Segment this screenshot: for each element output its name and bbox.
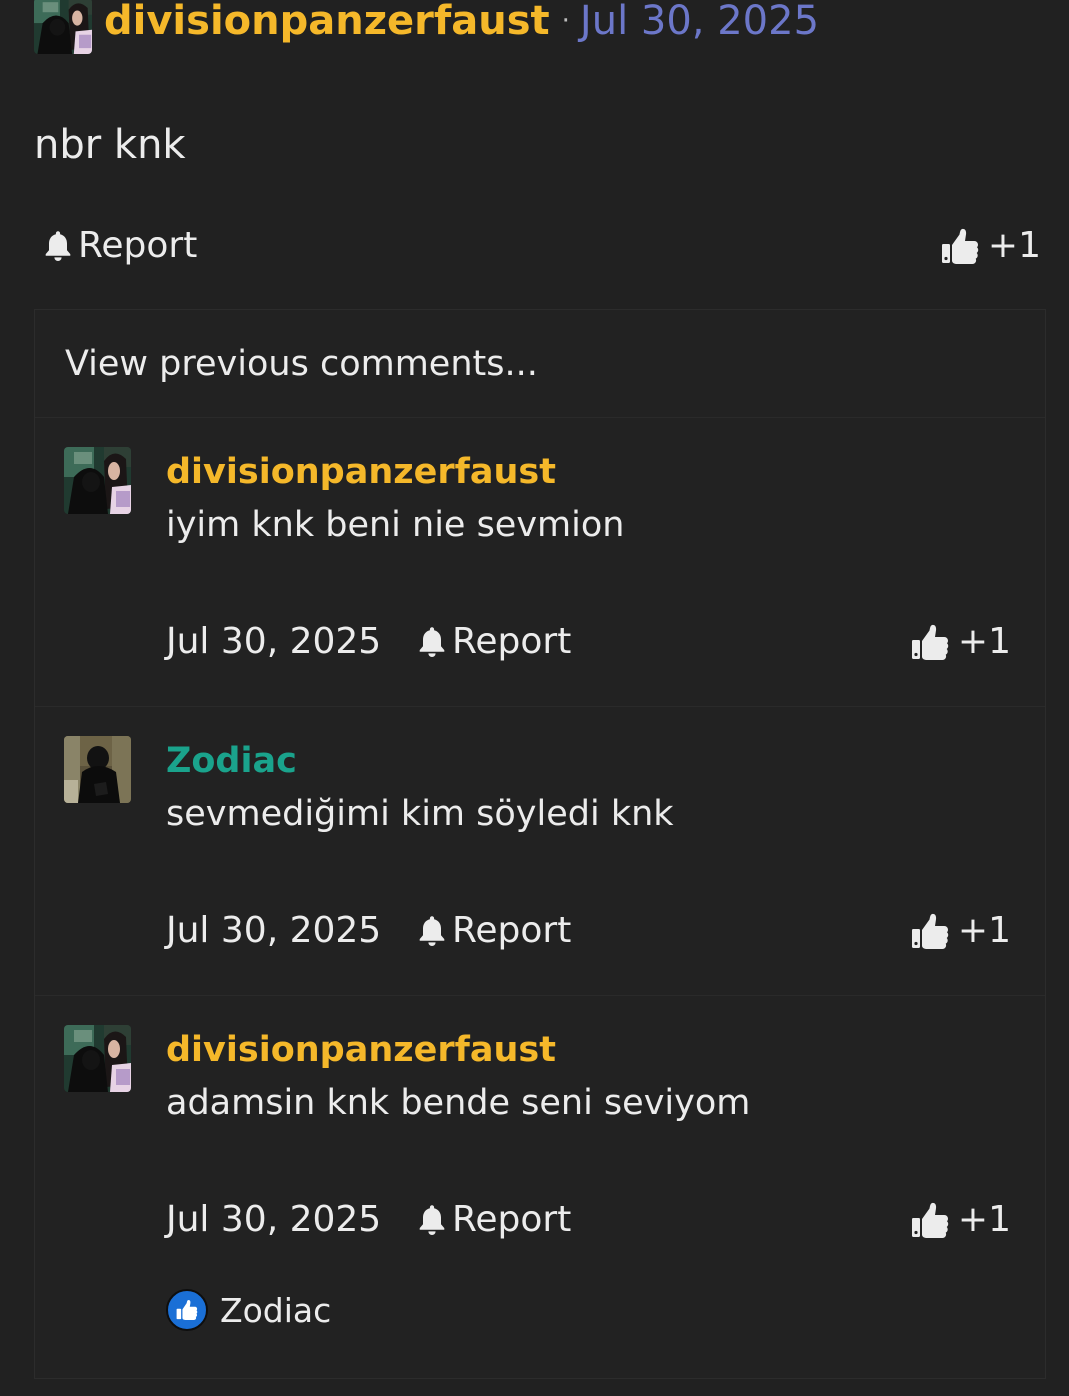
comment: divisionpanzerfaust adamsin knk bende se… [35, 996, 1045, 1396]
comment-upvote-button[interactable]: +1 [910, 1200, 1011, 1240]
post-report-button[interactable]: Report [40, 228, 197, 264]
bell-icon [40, 228, 76, 264]
comment: Zodiac sevmediğimi kim söyledi knk Jul 3… [35, 707, 1045, 996]
vote-count: +1 [987, 225, 1041, 266]
report-label: Report [78, 225, 198, 266]
comment-actions: Jul 30, 2025 Report +1 [166, 907, 1011, 955]
post-author-avatar[interactable] [34, 0, 92, 54]
bell-icon [414, 1202, 450, 1238]
comment-text: sevmediğimi kim söyledi knk [166, 794, 674, 834]
reaction-user-name[interactable]: Zodiac [220, 1294, 331, 1327]
post-upvote-button[interactable]: +1 [940, 226, 1041, 266]
report-label: Report [452, 1199, 572, 1240]
comment-author-avatar[interactable] [64, 447, 131, 514]
comment-date[interactable]: Jul 30, 2025 [166, 1202, 414, 1238]
post-header: divisionpanzerfaust · Jul 30, 2025 [34, 0, 819, 56]
bell-icon [414, 624, 450, 660]
comment: divisionpanzerfaust iyim knk beni nie se… [35, 418, 1045, 707]
comment-actions: Jul 30, 2025 Report +1 [166, 618, 1011, 666]
comment-author-name[interactable]: Zodiac [166, 741, 297, 781]
comment-author-name[interactable]: divisionpanzerfaust [166, 452, 556, 492]
post-author-name[interactable]: divisionpanzerfaust [104, 1, 550, 41]
meta-separator: · [561, 6, 570, 36]
comment-report-button[interactable]: Report [414, 913, 571, 949]
comments-section: View previous comments... divisionpanzer… [34, 309, 1046, 1379]
post-date[interactable]: Jul 30, 2025 [580, 1, 819, 41]
thumbs-up-icon [910, 1200, 950, 1240]
comment-author-name[interactable]: divisionpanzerfaust [166, 1030, 556, 1070]
comment-date[interactable]: Jul 30, 2025 [166, 913, 414, 949]
report-label: Report [452, 910, 572, 951]
thumbs-up-badge-icon [166, 1289, 208, 1331]
post-body: nbr knk [34, 122, 186, 168]
comment-actions: Jul 30, 2025 Report +1 [166, 1196, 1011, 1244]
vote-count: +1 [957, 1199, 1011, 1240]
thumbs-up-icon [910, 622, 950, 662]
comment-report-button[interactable]: Report [414, 1202, 571, 1238]
view-previous-comments-link[interactable]: View previous comments... [35, 310, 1045, 418]
comment-upvote-button[interactable]: +1 [910, 622, 1011, 662]
post-actions: Report +1 [40, 222, 1041, 270]
comment-text: iyim knk beni nie sevmion [166, 505, 625, 545]
bell-icon [414, 913, 450, 949]
thumbs-up-icon [910, 911, 950, 951]
comment-date[interactable]: Jul 30, 2025 [166, 624, 414, 660]
comment-text: adamsin knk bende seni seviyom [166, 1083, 751, 1123]
report-label: Report [452, 621, 572, 662]
comment-author-avatar[interactable] [64, 1025, 131, 1092]
comment-report-button[interactable]: Report [414, 624, 571, 660]
reaction-list[interactable]: Zodiac [166, 1288, 331, 1332]
comment-upvote-button[interactable]: +1 [910, 911, 1011, 951]
thumbs-up-icon [940, 226, 980, 266]
comment-author-avatar[interactable] [64, 736, 131, 803]
vote-count: +1 [957, 621, 1011, 662]
vote-count: +1 [957, 910, 1011, 951]
